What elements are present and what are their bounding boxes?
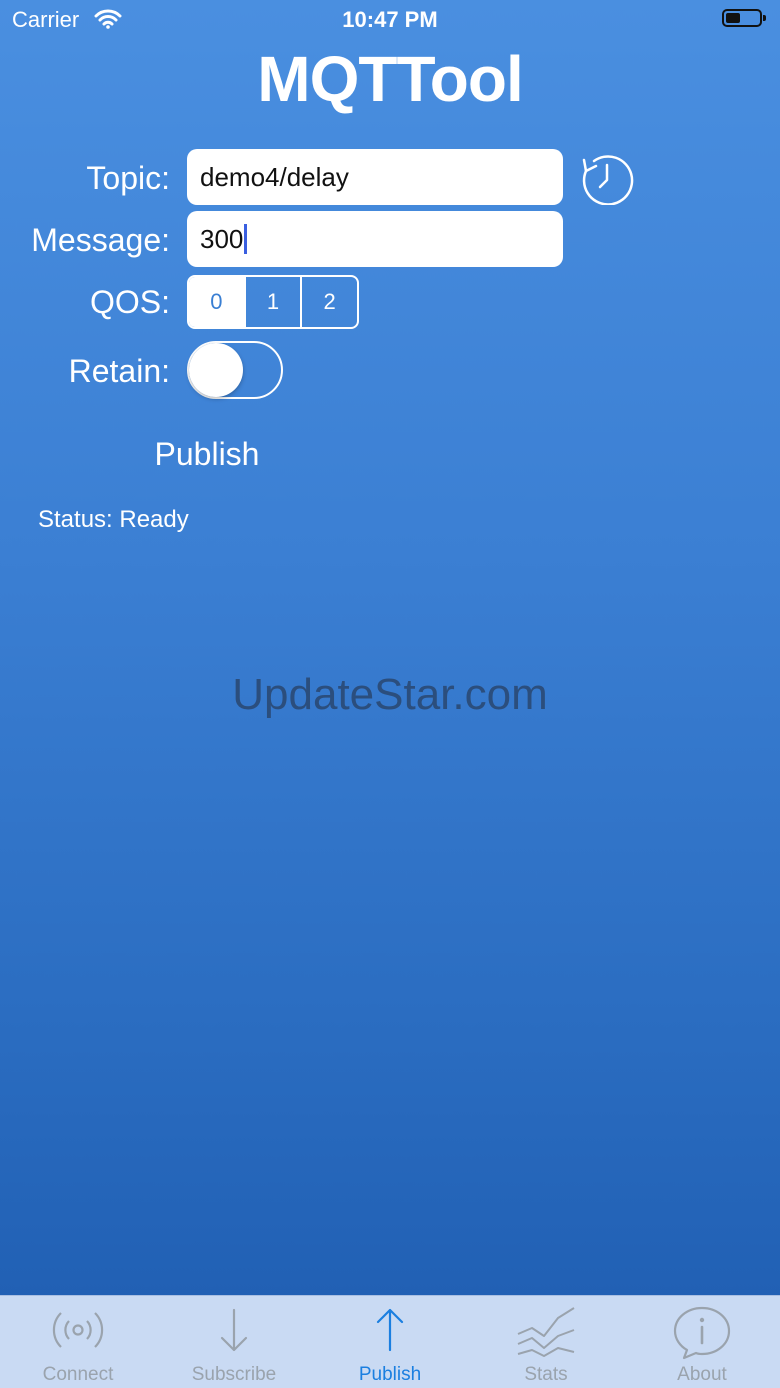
tab-about[interactable]: About — [624, 1296, 780, 1388]
topic-history-icon[interactable] — [580, 151, 634, 205]
toggle-knob — [189, 343, 243, 397]
message-value: 300 — [200, 224, 244, 254]
app-title: MQTTool — [257, 43, 524, 115]
battery-icon — [722, 9, 766, 27]
tab-connect-label: Connect — [42, 1364, 114, 1385]
tab-about-label: About — [677, 1364, 727, 1385]
tab-bar: Connect Subscribe Publish Stats About — [0, 1295, 780, 1388]
chart-icon — [517, 1307, 575, 1357]
tab-stats[interactable]: Stats — [468, 1296, 624, 1388]
message-label: Message: — [31, 222, 170, 258]
tab-connect[interactable]: Connect — [0, 1296, 156, 1388]
topic-input[interactable]: demo4/delay — [187, 149, 563, 205]
clock: 10:47 PM — [342, 7, 438, 32]
tab-subscribe[interactable]: Subscribe — [156, 1296, 312, 1388]
info-bubble-icon — [673, 1306, 731, 1360]
antenna-icon — [52, 1312, 104, 1348]
qos-segmented-control[interactable]: 0 1 2 — [187, 275, 359, 329]
tab-publish[interactable]: Publish — [312, 1296, 468, 1388]
arrow-down-icon — [220, 1308, 248, 1352]
qos-option-1[interactable]: 1 — [243, 277, 301, 327]
retain-label: Retain: — [68, 353, 170, 389]
retain-toggle[interactable] — [187, 341, 283, 399]
text-caret — [244, 224, 248, 255]
tab-stats-label: Stats — [524, 1364, 568, 1385]
message-input[interactable]: 300 — [187, 211, 563, 267]
status-text: Status: Ready — [38, 506, 189, 533]
publish-button[interactable]: Publish — [120, 436, 294, 473]
tab-subscribe-label: Subscribe — [191, 1364, 277, 1385]
watermark: UpdateStar.com — [232, 670, 548, 719]
arrow-up-icon — [376, 1308, 404, 1352]
topic-value: demo4/delay — [200, 162, 349, 192]
tab-publish-label: Publish — [358, 1364, 422, 1385]
qos-option-2[interactable]: 2 — [300, 277, 357, 327]
qos-option-0[interactable]: 0 — [189, 277, 244, 327]
qos-label: QOS: — [89, 284, 170, 320]
topic-label: Topic: — [86, 160, 170, 196]
status-bar: Carrier 10:47 PM — [0, 0, 780, 40]
